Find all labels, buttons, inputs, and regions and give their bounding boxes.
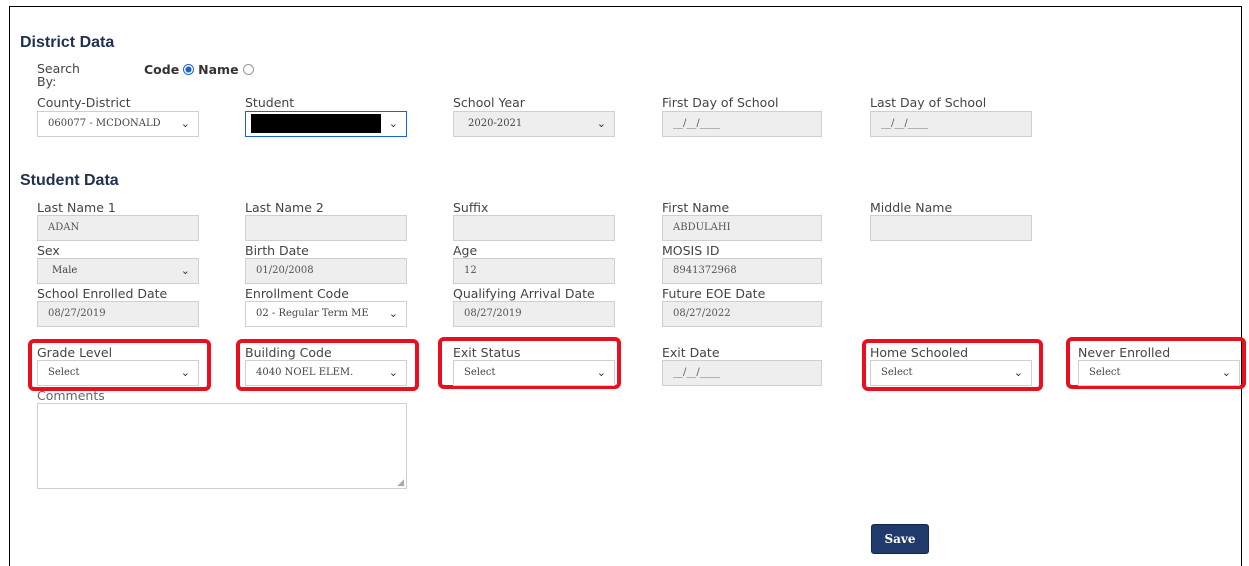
enrollment-code-value: 02 - Regular Term ME (256, 308, 369, 319)
code-radio[interactable] (183, 64, 195, 75)
comments-label: Comments (37, 388, 105, 403)
exit-status-value: Select (464, 367, 496, 378)
exit-status-select[interactable]: Select ⌄ (453, 360, 615, 386)
school-year-select[interactable]: 2020-2021 ⌄ (453, 111, 615, 137)
exit-date-input[interactable]: __/__/____ (662, 360, 822, 386)
never-enrolled-value: Select (1089, 367, 1121, 378)
last-name2-input[interactable] (245, 215, 407, 241)
county-district-value: 060077 - MCDONALD (48, 118, 161, 129)
building-code-select[interactable]: 4040 NOEL ELEM. ⌄ (245, 360, 407, 386)
student-label: Student (245, 95, 295, 110)
chevron-down-icon: ⌄ (180, 117, 190, 130)
mosis-id-input[interactable]: 8941372968 (662, 258, 822, 284)
save-button[interactable]: Save (871, 524, 929, 554)
county-district-label: County-District (37, 95, 131, 110)
age-label: Age (453, 243, 478, 258)
sex-label: Sex (37, 243, 60, 258)
name-radio[interactable] (242, 64, 254, 75)
last-day-label: Last Day of School (870, 95, 987, 110)
county-district-select[interactable]: 060077 - MCDONALD ⌄ (37, 111, 199, 137)
district-data-title: District Data (20, 34, 115, 51)
sex-value: Male (52, 265, 78, 276)
birth-date-label: Birth Date (245, 243, 309, 258)
last-name2-label: Last Name 2 (245, 200, 324, 215)
last-name1-input[interactable]: ADAN (37, 215, 199, 241)
name-option-label: Name (198, 62, 239, 77)
home-schooled-select[interactable]: Select ⌄ (870, 360, 1032, 386)
chevron-down-icon: ⌄ (596, 117, 606, 130)
chevron-down-icon: ⌄ (1221, 366, 1231, 379)
search-by-label: Search By: (37, 61, 80, 89)
qualifying-date-label: Qualifying Arrival Date (453, 286, 595, 301)
first-name-label: First Name (662, 200, 730, 215)
first-day-input[interactable]: __/__/____ (662, 111, 822, 137)
student-data-title: Student Data (20, 172, 119, 189)
chevron-down-icon: ⌄ (386, 302, 398, 326)
code-option-label: Code (144, 62, 180, 77)
enrollment-code-select[interactable]: 02 - Regular Term ME ⌄ (245, 301, 407, 327)
building-code-label: Building Code (245, 345, 332, 360)
chevron-down-icon: ⌄ (596, 366, 606, 379)
comments-textarea[interactable]: ◢ (37, 403, 407, 489)
home-schooled-label: Home Schooled (870, 345, 969, 360)
resize-handle-icon[interactable]: ◢ (397, 478, 404, 488)
middle-name-label: Middle Name (870, 200, 953, 215)
suffix-label: Suffix (453, 200, 489, 215)
chevron-down-icon: ⌄ (388, 117, 398, 130)
first-name-input[interactable]: ABDULAHI (662, 215, 822, 241)
building-code-value: 4040 NOEL ELEM. (256, 367, 354, 378)
never-enrolled-label: Never Enrolled (1078, 345, 1171, 360)
mosis-id-label: MOSIS ID (662, 243, 720, 258)
chevron-down-icon: ⌄ (180, 366, 190, 379)
middle-name-input[interactable] (870, 215, 1032, 241)
enrollment-code-label: Enrollment Code (245, 286, 349, 301)
redacted-student-name (251, 114, 381, 133)
school-year-value: 2020-2021 (468, 118, 523, 129)
enrolled-date-input[interactable]: 08/27/2019 (37, 301, 199, 327)
future-eoe-label: Future EOE Date (662, 286, 766, 301)
chevron-down-icon: ⌄ (180, 264, 190, 277)
last-day-input[interactable]: __/__/____ (870, 111, 1032, 137)
future-eoe-input[interactable]: 08/27/2022 (662, 301, 822, 327)
birth-date-input[interactable]: 01/20/2008 (245, 258, 407, 284)
sex-select[interactable]: Male ⌄ (37, 258, 199, 284)
suffix-input[interactable] (453, 215, 615, 241)
school-year-label: School Year (453, 95, 525, 110)
last-name1-label: Last Name 1 (37, 200, 116, 215)
home-schooled-value: Select (881, 367, 913, 378)
first-day-label: First Day of School (662, 95, 779, 110)
chevron-down-icon: ⌄ (1013, 366, 1023, 379)
age-input[interactable]: 12 (453, 258, 615, 284)
grade-level-select[interactable]: Select ⌄ (37, 360, 199, 386)
chevron-down-icon: ⌄ (388, 366, 398, 379)
exit-date-label: Exit Date (662, 345, 720, 360)
exit-status-label: Exit Status (453, 345, 521, 360)
search-by-options: Code Name (144, 62, 254, 77)
never-enrolled-select[interactable]: Select ⌄ (1078, 360, 1240, 386)
grade-level-value: Select (48, 367, 80, 378)
qualifying-date-input[interactable]: 08/27/2019 (453, 301, 615, 327)
enrolled-date-label: School Enrolled Date (37, 286, 168, 301)
grade-level-label: Grade Level (37, 345, 113, 360)
